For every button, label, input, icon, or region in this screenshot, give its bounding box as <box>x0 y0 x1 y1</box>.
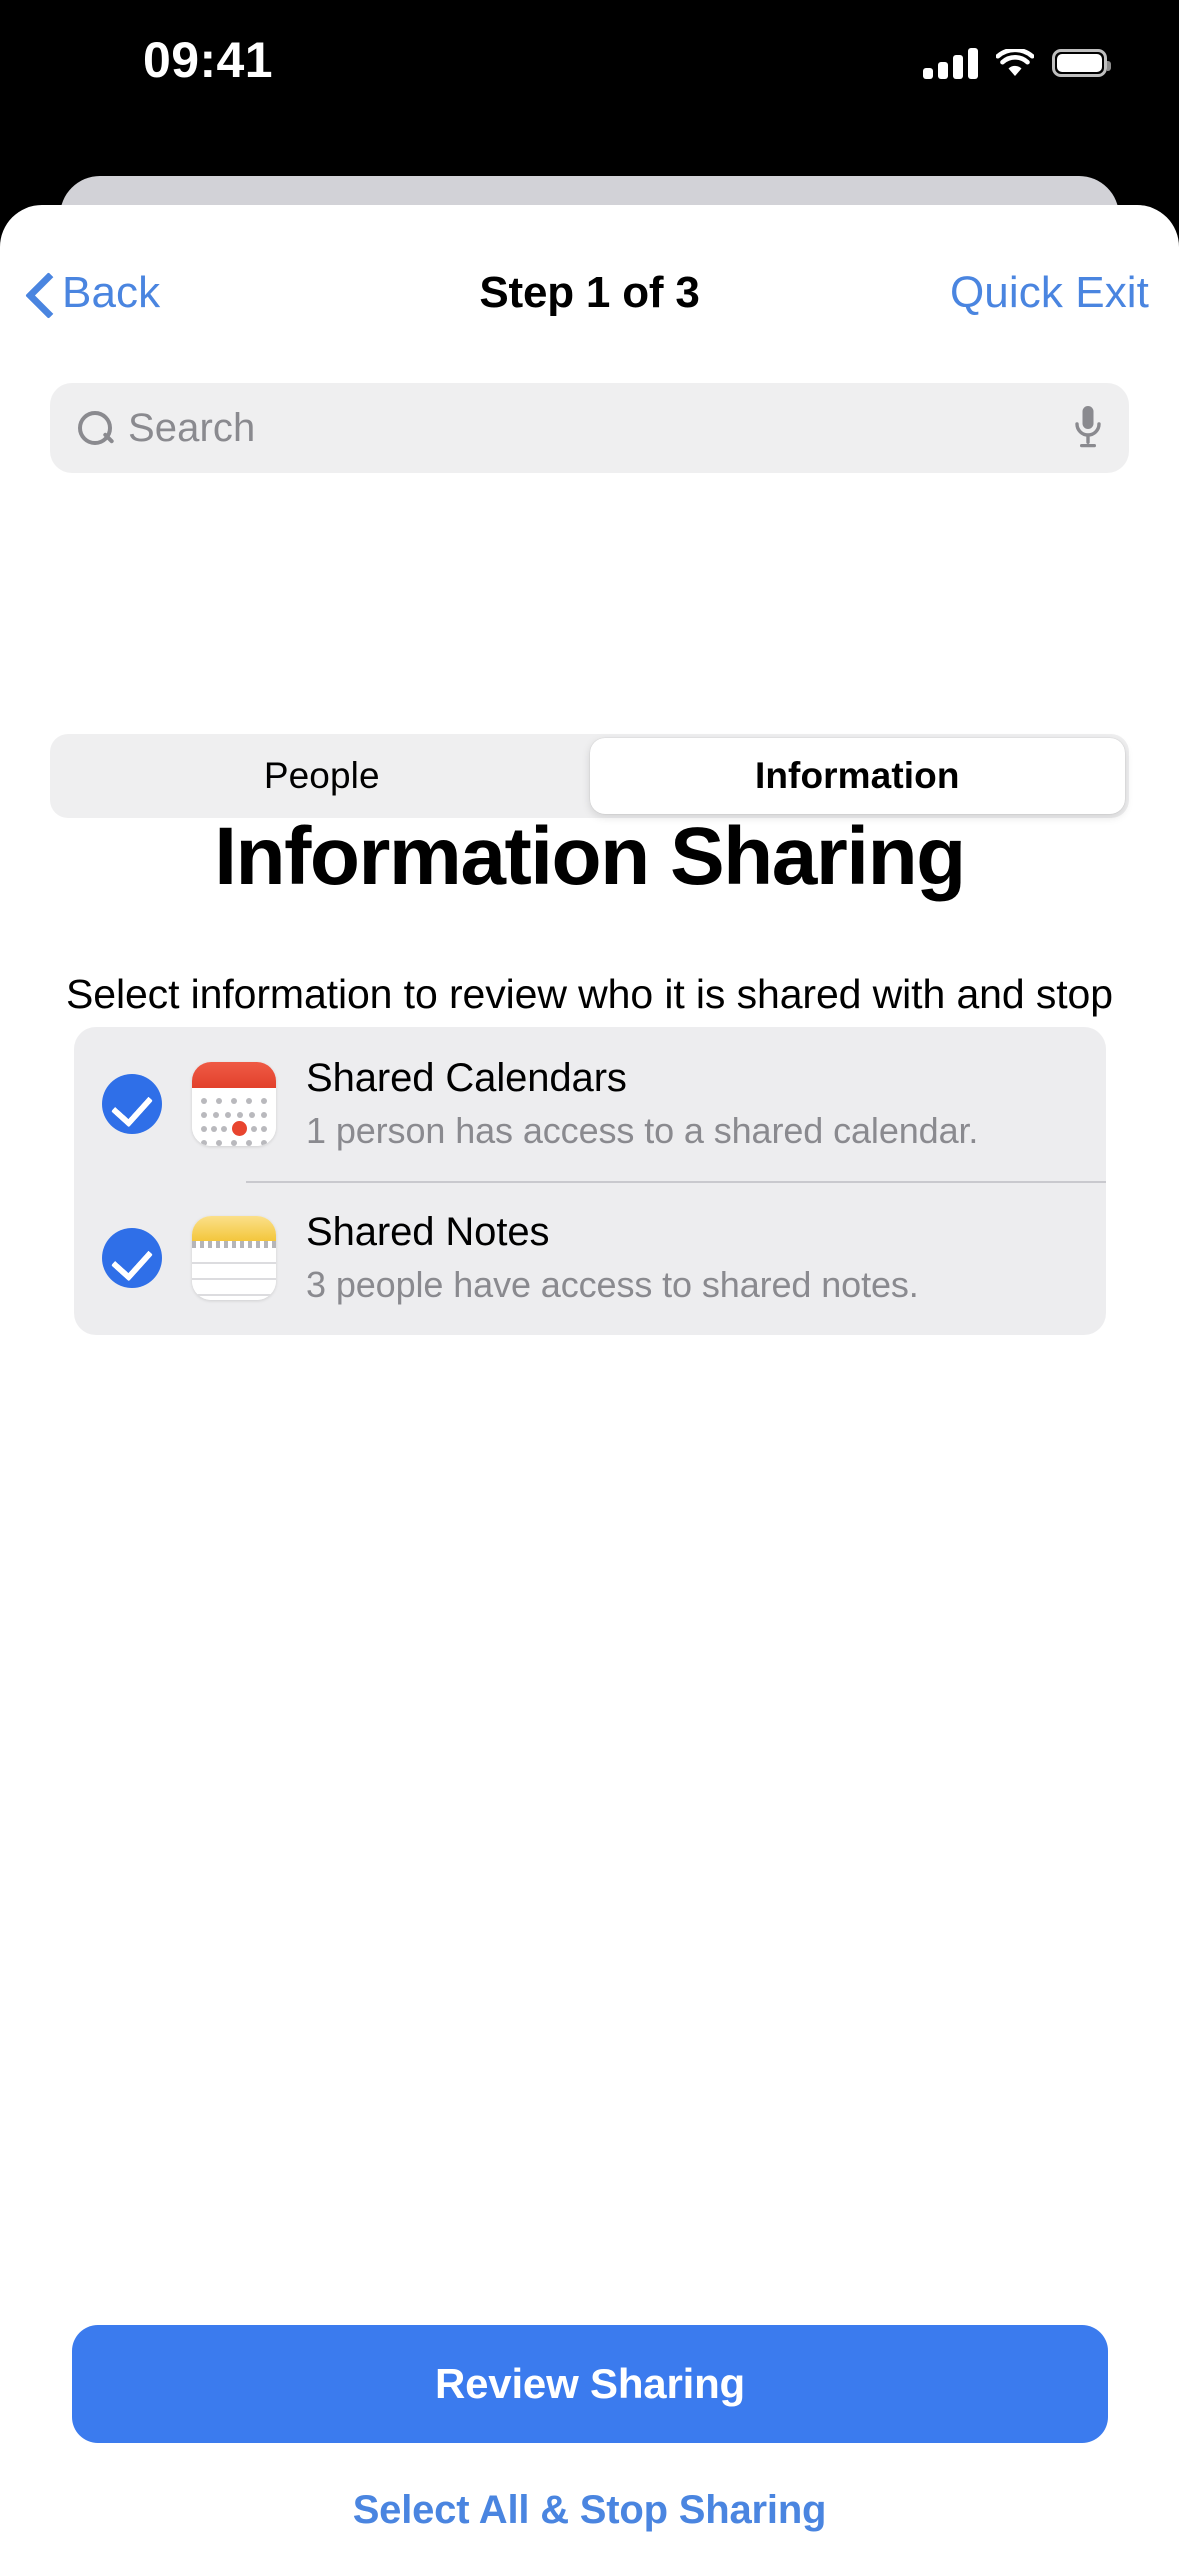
list-item[interactable]: Shared Calendars 1 person has access to … <box>74 1027 1106 1181</box>
notes-app-icon <box>192 1216 276 1300</box>
list-item-title: Shared Notes <box>306 1210 550 1254</box>
list-item-text: Shared Notes 3 people have access to sha… <box>306 1207 1082 1309</box>
checkmark-circle-icon[interactable] <box>102 1074 162 1134</box>
select-all-stop-sharing-button[interactable]: Select All & Stop Sharing <box>0 2475 1179 2545</box>
search-field[interactable]: Search <box>50 383 1129 473</box>
wifi-icon <box>995 47 1035 77</box>
segment-people[interactable]: People <box>54 738 590 814</box>
search-input[interactable]: Search <box>128 406 1073 451</box>
list-item-subtitle: 1 person has access to a shared calendar… <box>306 1110 979 1151</box>
phone-screen: 09:41 Back Step 1 of 3 Quick Exit Search… <box>0 0 1179 2556</box>
segment-information-label: Information <box>754 755 960 796</box>
list-item-subtitle: 3 people have access to shared notes. <box>306 1264 919 1305</box>
list-item-text: Shared Calendars 1 person has access to … <box>306 1053 1082 1155</box>
navigation-bar: Back Step 1 of 3 Quick Exit <box>0 245 1179 341</box>
segment-people-label: People <box>263 755 380 796</box>
cellular-bars-icon <box>923 47 978 79</box>
segment-information[interactable]: Information <box>589 738 1125 814</box>
quick-exit-label: Quick Exit <box>949 268 1149 317</box>
modal-sheet: Back Step 1 of 3 Quick Exit Search Peopl… <box>0 205 1179 2556</box>
review-sharing-label: Review Sharing <box>435 2360 745 2407</box>
calendar-app-icon <box>192 1062 276 1146</box>
microphone-icon[interactable] <box>1073 404 1103 452</box>
select-all-stop-sharing-label: Select All & Stop Sharing <box>352 2487 827 2532</box>
information-options-card: Shared Calendars 1 person has access to … <box>74 1027 1106 1335</box>
segmented-control[interactable]: People Information <box>50 734 1129 818</box>
status-bar: 09:41 <box>0 0 1179 175</box>
battery-full-icon <box>1052 49 1111 77</box>
hero-title: Information Sharing <box>214 811 966 902</box>
status-bar-indicators <box>923 42 1111 84</box>
list-item[interactable]: Shared Notes 3 people have access to sha… <box>74 1181 1106 1335</box>
review-sharing-button[interactable]: Review Sharing <box>72 2325 1108 2443</box>
search-icon <box>76 409 114 447</box>
checkmark-circle-icon[interactable] <box>102 1228 162 1288</box>
list-item-title: Shared Calendars <box>306 1056 627 1100</box>
status-bar-time: 09:41 <box>143 32 273 88</box>
quick-exit-button[interactable]: Quick Exit <box>950 261 1149 325</box>
